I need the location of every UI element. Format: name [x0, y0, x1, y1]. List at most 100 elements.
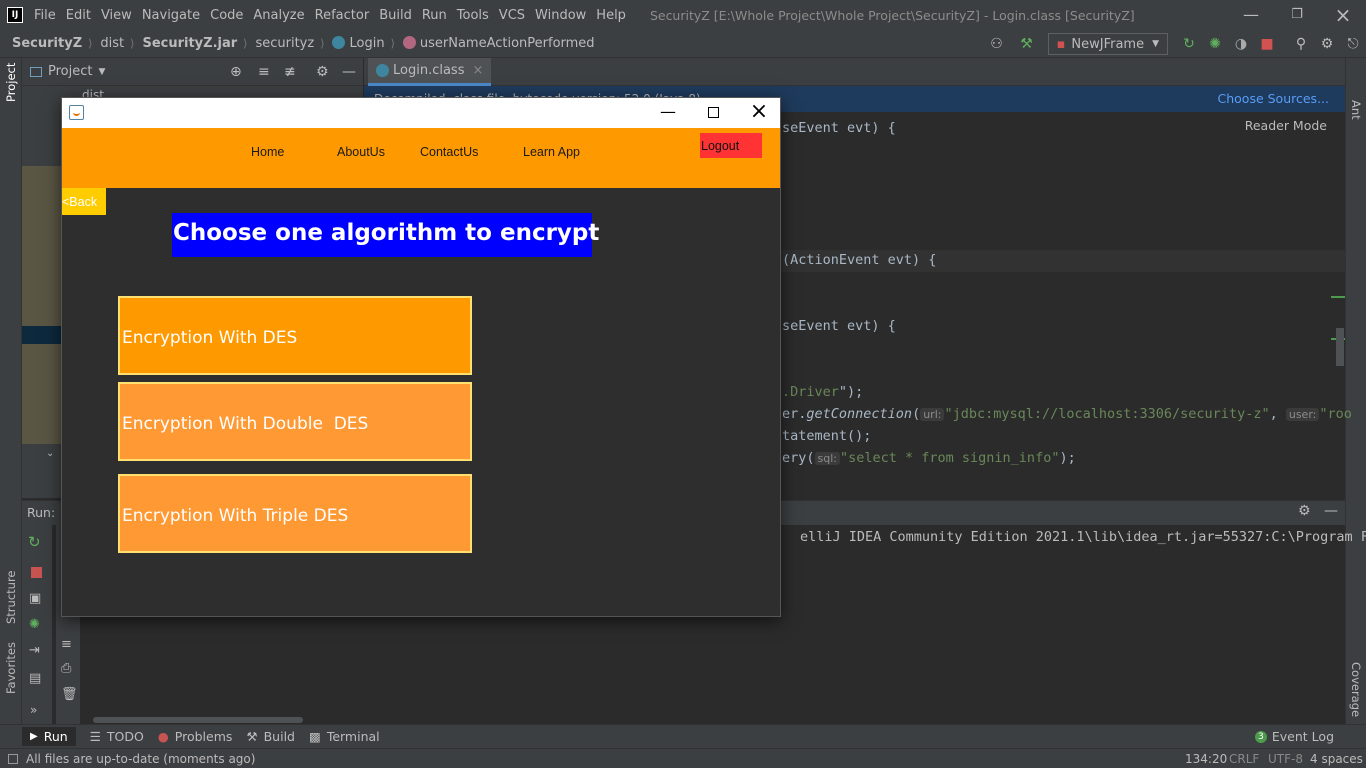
menu-run[interactable]: Run: [420, 8, 447, 23]
menu-file[interactable]: File: [32, 8, 56, 23]
choose-sources-link[interactable]: Choose Sources...: [1218, 91, 1330, 106]
gear-icon[interactable]: ⚙: [316, 64, 329, 80]
debug-icon[interactable]: ✺: [29, 617, 40, 632]
menu-view[interactable]: View: [99, 8, 132, 23]
tool-run[interactable]: ▶ Run: [22, 727, 76, 746]
intellij-logo-icon[interactable]: IJ: [7, 7, 23, 23]
collapse-all-icon[interactable]: ≢: [284, 64, 296, 80]
stop-icon[interactable]: ■: [1256, 33, 1278, 55]
menu-code[interactable]: Code: [208, 8, 243, 23]
menu-analyze[interactable]: Analyze: [251, 8, 304, 23]
line-separator[interactable]: CRLF: [1229, 752, 1259, 766]
menu-edit[interactable]: Edit: [64, 8, 91, 23]
more-icon[interactable]: »: [30, 703, 37, 717]
caret-position[interactable]: 134:20: [1185, 752, 1227, 766]
editor-scrollbar[interactable]: [1336, 328, 1344, 366]
tool-problems[interactable]: ● Problems: [158, 729, 233, 744]
crumb-jar[interactable]: SecurityZ.jar: [142, 36, 237, 51]
gear-icon[interactable]: ⚙: [1316, 33, 1338, 55]
menu-help[interactable]: Help: [594, 8, 626, 23]
hammer-icon[interactable]: ⚒: [1016, 33, 1038, 55]
structure-tool-tab[interactable]: Structure: [4, 571, 18, 625]
nav-contactus[interactable]: ContactUs: [420, 145, 478, 159]
menu-window[interactable]: Window: [533, 8, 586, 23]
nav-home[interactable]: Home: [251, 145, 284, 159]
crumb-package[interactable]: securityz: [255, 36, 314, 51]
nav-aboutus[interactable]: AboutUs: [337, 145, 385, 159]
minimize-icon[interactable]: —: [1228, 0, 1274, 30]
console-scrollbar[interactable]: [93, 717, 303, 723]
file-encoding[interactable]: UTF-8: [1268, 752, 1303, 766]
run-panel-label: Run:: [27, 505, 56, 520]
menu-build[interactable]: Build: [377, 8, 412, 23]
debug-icon[interactable]: ✺: [1204, 33, 1226, 55]
menu-refactor[interactable]: Refactor: [313, 8, 370, 23]
coverage-tool-tab[interactable]: Coverage: [1349, 662, 1363, 717]
menu-navigate[interactable]: Navigate: [140, 8, 200, 23]
toggle-tool-windows-icon[interactable]: [8, 753, 18, 764]
rerun-icon[interactable]: ↻: [1178, 33, 1200, 55]
search-icon[interactable]: ⚲: [1290, 33, 1312, 55]
hide-panel-icon[interactable]: —: [342, 64, 356, 80]
app-close-icon[interactable]: ×: [736, 98, 782, 128]
crumb-method-label: userNameActionPerformed: [419, 36, 595, 51]
tree-selected-row[interactable]: [22, 326, 62, 344]
tool-build-label: Build: [263, 729, 295, 744]
app-maximize-icon[interactable]: [690, 98, 736, 128]
tab-login-class[interactable]: Login.class ×: [368, 58, 492, 86]
expand-all-icon[interactable]: ≡: [258, 64, 270, 80]
camera-icon[interactable]: ▣: [29, 591, 41, 606]
encrypt-triple-des-button[interactable]: Encryption With Triple DES: [118, 474, 472, 553]
crumb-dist[interactable]: dist: [100, 36, 124, 51]
code-line: tatement();: [782, 428, 872, 444]
chevron-down-icon[interactable]: ▼: [98, 67, 105, 77]
crumb-project[interactable]: SecurityZ: [12, 36, 82, 51]
update-icon[interactable]: ⎋: [1342, 33, 1364, 55]
project-tool-tab[interactable]: Project: [4, 63, 18, 102]
code-text: ");: [838, 384, 864, 400]
rerun-icon[interactable]: ↻: [28, 533, 41, 551]
window-title: SecurityZ [E:\Whole Project\Whole Projec…: [649, 7, 1135, 23]
tool-todo[interactable]: ☰ TODO: [90, 729, 144, 744]
gear-icon[interactable]: ⚙: [1298, 503, 1311, 519]
java-cup-icon: [73, 109, 80, 116]
run-console-output[interactable]: elliJ IDEA Community Edition 2021.1\lib\…: [800, 529, 1366, 545]
print-icon[interactable]: ⎙: [61, 661, 71, 676]
left-tool-strip: Project Structure Favorites: [0, 58, 22, 724]
encrypt-des-button[interactable]: Encryption With DES: [118, 296, 472, 375]
tool-event-log[interactable]: 3 Event Log: [1254, 729, 1334, 744]
logout-button[interactable]: Logout: [700, 133, 762, 158]
project-panel-title[interactable]: Project: [48, 64, 92, 79]
back-button[interactable]: <Back: [62, 188, 106, 215]
layout-icon[interactable]: ▤: [29, 671, 41, 686]
close-tab-icon[interactable]: ×: [472, 63, 483, 78]
class-icon: [376, 64, 389, 77]
restore-icon[interactable]: ❐: [1274, 0, 1320, 30]
code-text: er.: [782, 406, 807, 422]
ant-tool-tab[interactable]: Ant: [1349, 100, 1363, 120]
page-title: Choose one algorithm to encrypt: [172, 213, 599, 257]
crumb-method[interactable]: userNameActionPerformed: [402, 36, 595, 51]
user-icon[interactable]: ⚇: [982, 33, 1012, 55]
menu-tools[interactable]: Tools: [455, 8, 489, 23]
run-configuration-select[interactable]: ▪ NewJFrame ▼: [1047, 33, 1168, 55]
close-icon[interactable]: ×: [1320, 0, 1366, 30]
tool-build[interactable]: ⚒ Build: [246, 729, 295, 744]
locate-icon[interactable]: ⊕: [230, 64, 242, 80]
tool-terminal[interactable]: ▩ Terminal: [309, 729, 380, 744]
menu-vcs[interactable]: VCS: [497, 8, 525, 23]
soft-wrap-icon[interactable]: ≡: [61, 637, 72, 652]
indent-setting[interactable]: 4 spaces: [1310, 752, 1363, 766]
hide-panel-icon[interactable]: —: [1324, 503, 1338, 519]
favorites-tool-tab[interactable]: Favorites: [4, 642, 18, 694]
stop-icon[interactable]: [31, 567, 42, 578]
trash-icon[interactable]: 🗑: [61, 687, 78, 702]
app-minimize-icon[interactable]: —: [645, 98, 691, 128]
export-icon[interactable]: ⇥: [29, 643, 40, 658]
encrypt-double-des-button[interactable]: Encryption With Double DES: [118, 382, 472, 461]
nav-learn-app[interactable]: Learn App: [523, 145, 580, 159]
chevron-down-icon[interactable]: ⌄: [46, 448, 54, 459]
reader-mode-toggle[interactable]: Reader Mode: [1245, 118, 1327, 133]
coverage-icon[interactable]: ◑: [1230, 33, 1252, 55]
crumb-class[interactable]: Login: [332, 36, 385, 51]
